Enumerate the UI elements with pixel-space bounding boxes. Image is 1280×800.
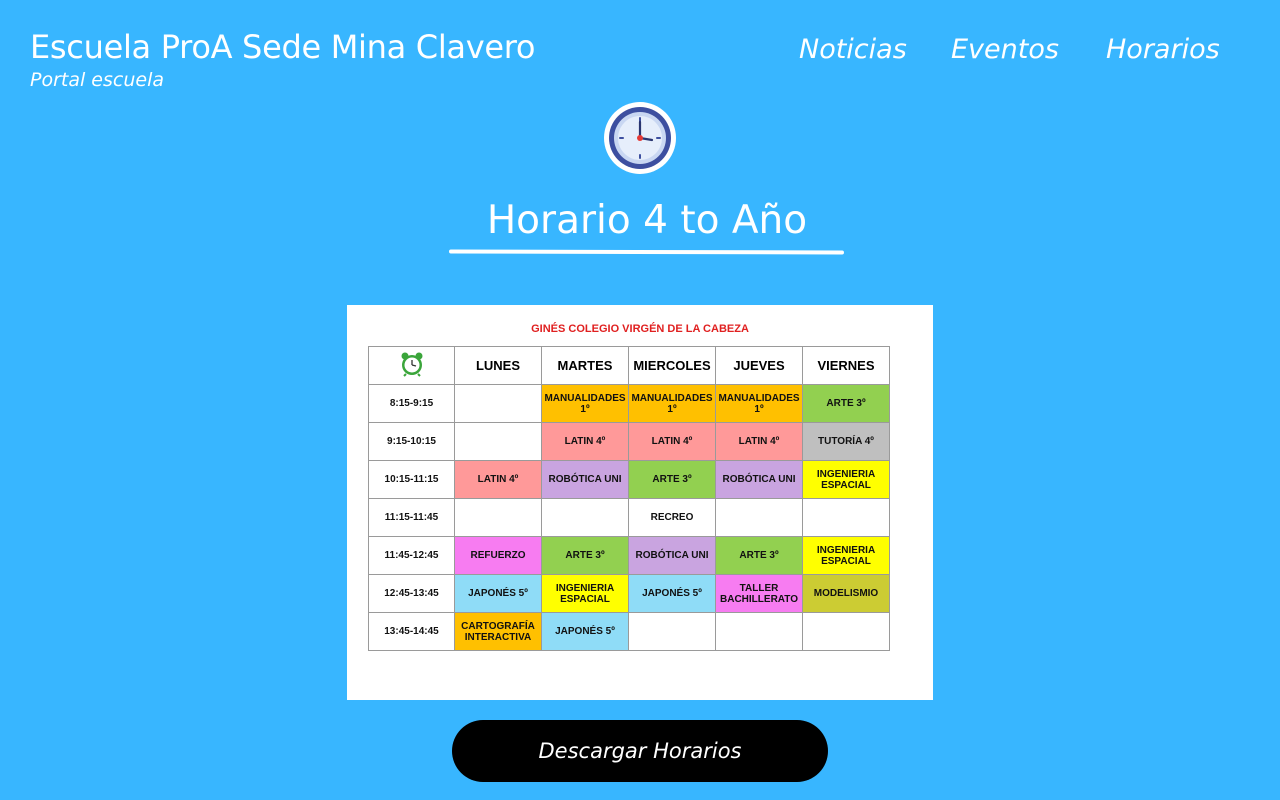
- heading-underline: [448, 249, 845, 255]
- schedule-cell: LATIN 4º: [541, 422, 629, 461]
- time-slot: 8:15-9:15: [368, 384, 455, 423]
- schedule-cell: [454, 384, 542, 423]
- table-row: 11:15-11:45 RECREO: [368, 498, 890, 537]
- schedule-table: LUNES MARTES MIERCOLES JUEVES VIERNES 8:…: [368, 346, 890, 651]
- alarm-clock-icon: [368, 346, 455, 385]
- schedule-cell: INGENIERIA ESPACIAL: [802, 536, 890, 575]
- schedule-cell: ROBÓTICA UNI: [628, 536, 716, 575]
- schedule-cell: LATIN 4º: [715, 422, 803, 461]
- time-slot: 11:45-12:45: [368, 536, 455, 575]
- schedule-cell: MODELISMIO: [802, 574, 890, 613]
- day-header: MARTES: [541, 346, 629, 385]
- schedule-cell: LATIN 4º: [454, 460, 542, 499]
- schedule-cell: ARTE 3º: [715, 536, 803, 575]
- schedule-cell: INGENIERIA ESPACIAL: [802, 460, 890, 499]
- schedule-cell: JAPONÉS 5º: [454, 574, 542, 613]
- table-row: 9:15-10:15 LATIN 4º LATIN 4º LATIN 4º TUTORÍ…: [368, 422, 890, 461]
- schedule-cell: [715, 498, 803, 537]
- day-header: LUNES: [454, 346, 542, 385]
- site-title: Escuela ProA Sede Mina Clavero: [30, 28, 536, 66]
- schedule-cell: MANUALIDADES 1º: [541, 384, 629, 423]
- schedule-cell: LATIN 4º: [628, 422, 716, 461]
- schedule-cell: TUTORÍA 4º: [802, 422, 890, 461]
- schedule-cell: [541, 498, 629, 537]
- table-row: 12:45-13:45 JAPONÉS 5º INGENIERIA ESPACIAL…: [368, 574, 890, 613]
- schedule-cell: ROBÓTICA UNI: [541, 460, 629, 499]
- download-schedule-button[interactable]: Descargar Horarios: [452, 720, 828, 782]
- schedule-cell: [802, 498, 890, 537]
- schedule-cell: JAPONÉS 5º: [541, 612, 629, 651]
- schedule-cell: JAPONÉS 5º: [628, 574, 716, 613]
- clock-icon: [603, 101, 677, 175]
- schedule-cell: CARTOGRAFÍA INTERACTIVA: [454, 612, 542, 651]
- nav-noticias[interactable]: Noticias: [799, 34, 907, 65]
- schedule-cell: TALLER BACHILLERATO: [715, 574, 803, 613]
- table-row: 8:15-9:15 MANUALIDADES 1º MANUALIDADES 1º M…: [368, 384, 890, 423]
- time-slot: 12:45-13:45: [368, 574, 455, 613]
- time-slot: 9:15-10:15: [368, 422, 455, 461]
- day-header: JUEVES: [715, 346, 803, 385]
- table-row: 11:45-12:45 REFUERZO ARTE 3º ROBÓTICA UNI AR…: [368, 536, 890, 575]
- schedule-cell: [802, 612, 890, 651]
- schedule-cell: ARTE 3º: [628, 460, 716, 499]
- time-slot: 11:15-11:45: [368, 498, 455, 537]
- site-subtitle: Portal escuela: [30, 69, 164, 91]
- schedule-cell: [628, 612, 716, 651]
- table-row: 10:15-11:15 LATIN 4º ROBÓTICA UNI ARTE 3º RO…: [368, 460, 890, 499]
- nav-eventos[interactable]: Eventos: [951, 34, 1059, 65]
- day-header: MIERCOLES: [628, 346, 716, 385]
- schedule-cell: MANUALIDADES 1º: [715, 384, 803, 423]
- day-header: VIERNES: [802, 346, 890, 385]
- schedule-cell: ARTE 3º: [541, 536, 629, 575]
- schedule-cell: [454, 498, 542, 537]
- schedule-cell: [454, 422, 542, 461]
- schedule-cell: MANUALIDADES 1º: [628, 384, 716, 423]
- schedule-cell: INGENIERIA ESPACIAL: [541, 574, 629, 613]
- nav-horarios[interactable]: Horarios: [1106, 34, 1220, 65]
- schedule-cell: RECREO: [628, 498, 716, 537]
- table-row: 13:45-14:45 CARTOGRAFÍA INTERACTIVA JAPONÉ…: [368, 612, 890, 651]
- schedule-cell: [715, 612, 803, 651]
- schedule-cell: ARTE 3º: [802, 384, 890, 423]
- schedule-cell: REFUERZO: [454, 536, 542, 575]
- time-slot: 13:45-14:45: [368, 612, 455, 651]
- schedule-image: GINÉS COLEGIO VIRGÉN DE LA CABEZA LUNES …: [347, 305, 933, 700]
- schedule-cell: ROBÓTICA UNI: [715, 460, 803, 499]
- page-heading: Horario 4 to Año: [486, 198, 808, 243]
- time-slot: 10:15-11:15: [368, 460, 455, 499]
- schedule-title: GINÉS COLEGIO VIRGÉN DE LA CABEZA: [531, 323, 749, 335]
